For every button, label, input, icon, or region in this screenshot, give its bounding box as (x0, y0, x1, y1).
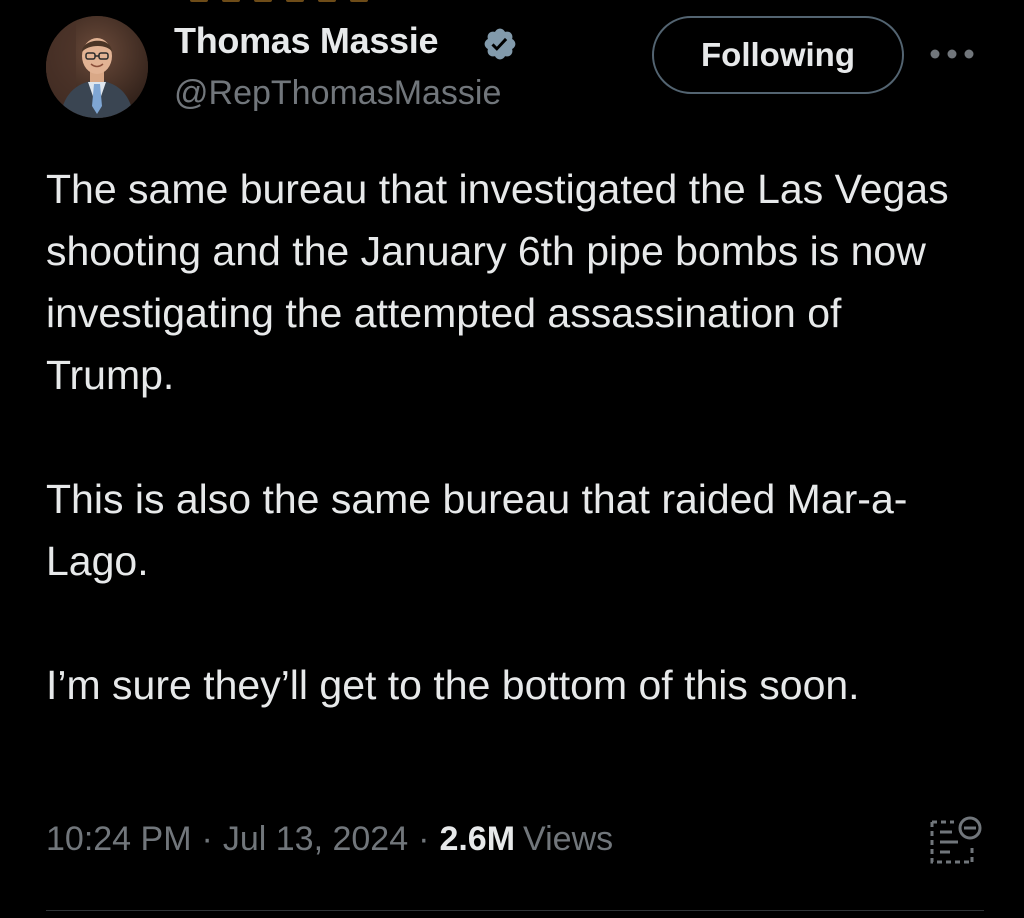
author-handle[interactable]: @RepThomasMassie (174, 74, 501, 113)
tweet-text: The same bureau that investigated the La… (46, 158, 976, 716)
meta-separator: · (201, 820, 213, 858)
author-name[interactable]: Thomas Massie (174, 20, 439, 62)
avatar[interactable] (46, 16, 148, 118)
tweet-meta: 10:24 PM · Jul 13, 2024 · 2.6M Views (46, 820, 613, 859)
verified-badge-icon[interactable] (482, 26, 518, 62)
more-horizontal-icon (930, 49, 974, 59)
divider (46, 910, 984, 911)
tweet-paragraph: I’m sure they’ll get to the bottom of th… (46, 662, 860, 708)
more-options-button[interactable] (922, 34, 982, 74)
tweet-paragraph: This is also the same bureau that raided… (46, 476, 908, 584)
tweet-date[interactable]: Jul 13, 2024 (223, 820, 408, 859)
cut-off-content (190, 0, 470, 4)
analytics-icon[interactable] (928, 814, 984, 866)
meta-separator: · (418, 820, 430, 858)
following-button[interactable]: Following (652, 16, 904, 94)
tweet-detail-view: Thomas Massie @RepThomasMassie Following… (0, 0, 1024, 918)
tweet-time[interactable]: 10:24 PM (46, 820, 192, 859)
views-count: 2.6M (439, 820, 516, 858)
tweet-paragraph: The same bureau that investigated the La… (46, 166, 949, 398)
views-label: Views (523, 820, 614, 858)
